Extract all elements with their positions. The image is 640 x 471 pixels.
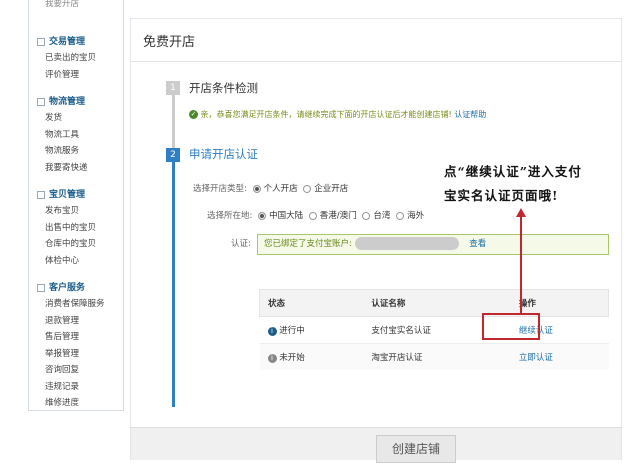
sidebar-item[interactable]: 物流工具 (45, 128, 79, 140)
sidebar-item[interactable]: 退款管理 (45, 314, 79, 326)
table-row: i 进行中 支付宝实名认证 继续认证 (259, 317, 609, 344)
highlight-box (482, 313, 540, 340)
auth-table: 状态 认证名称 操作 i 进行中 支付宝实名认证 继续认证 i 未开始 淘宝开店… (259, 289, 609, 370)
sidebar-item[interactable]: 出售中的宝贝 (45, 221, 96, 233)
main-panel: 免费开店 1 开店条件检测 ✓ 亲，恭喜您满足开店条件，请继续完成下面的开店认证… (130, 18, 622, 463)
sidebar-item[interactable]: 已卖出的宝贝 (45, 51, 96, 63)
collapse-icon[interactable] (37, 283, 45, 292)
sidebar-item[interactable]: 物流服务 (45, 144, 79, 156)
sidebar: 我要开店 交易管理已卖出的宝贝 评价管理物流管理发货物流工具物流服务我要寄快递宝贝… (28, 0, 124, 411)
view-link[interactable]: 查看 (469, 239, 486, 249)
page-title: 免费开店 (143, 35, 196, 50)
create-shop-button[interactable]: 创建店铺 (376, 435, 456, 463)
success-message: ✓ 亲，恭喜您满足开店条件，请继续完成下面的开店认证后才能创建店铺! 认证帮助 (189, 110, 487, 119)
sidebar-group-title[interactable]: 物流管理 (37, 94, 85, 107)
info-icon-gray: i (267, 354, 277, 363)
start-auth-link[interactable]: 立即认证 (519, 353, 553, 363)
step-1-title: 开店条件检测 (189, 81, 258, 95)
sidebar-item[interactable]: 仓库中的宝贝 (45, 237, 96, 249)
step-1-badge: 1 (166, 81, 180, 95)
auth-box: 您已绑定了支付宝账户: 查看 (257, 234, 609, 255)
sidebar-item[interactable]: 售后管理 (45, 330, 79, 342)
check-icon: ✓ (189, 110, 198, 119)
sidebar-item[interactable]: 发货 (45, 111, 62, 123)
sidebar-item[interactable]: 违规记录 (45, 380, 79, 392)
shop-type-row: 选择开店类型: 个人开店 企业开店 (193, 184, 349, 194)
sidebar-group-title[interactable]: 交易管理 (37, 34, 85, 47)
collapse-icon[interactable] (37, 97, 45, 106)
location-row: 选择所在地: 中国大陆 香港/澳门 台湾 海外 (207, 211, 425, 221)
sidebar-group-title[interactable]: 宝贝管理 (37, 187, 85, 200)
radio-overseas[interactable] (396, 211, 405, 220)
sidebar-item-partial[interactable]: 我要开店 (45, 0, 79, 9)
redacted-account (354, 237, 459, 250)
table-row: i 未开始 淘宝开店认证 立即认证 (259, 343, 609, 370)
sidebar-item[interactable]: 举报管理 (45, 347, 79, 359)
radio-enterprise[interactable] (303, 184, 312, 193)
collapse-icon[interactable] (37, 190, 45, 199)
radio-hk-macau[interactable] (308, 211, 317, 220)
col-status: 状态 (268, 299, 286, 309)
radio-personal[interactable] (252, 184, 261, 193)
auth-help-link[interactable]: 认证帮助 (454, 110, 486, 119)
sidebar-item[interactable]: 咨询回复 (45, 363, 79, 375)
sidebar-item[interactable]: 维修进度 (45, 396, 79, 408)
info-icon: i (267, 327, 277, 336)
sidebar-item[interactable]: 体检中心 (45, 254, 79, 266)
auth-label: 认证: (231, 239, 251, 249)
annotation-arrow (520, 216, 522, 314)
arrow-head-icon (516, 208, 526, 217)
step-2-title: 申请开店认证 (189, 147, 258, 161)
annotation: 点“继续认证”进入支付 宝实名认证页面哦! (444, 164, 582, 203)
radio-taiwan[interactable] (362, 211, 371, 220)
collapse-icon[interactable] (37, 37, 45, 46)
sidebar-group-title[interactable]: 客户服务 (37, 280, 85, 293)
step-2-badge: 2 (166, 148, 180, 162)
sidebar-item[interactable]: 消费者保障服务 (45, 297, 105, 309)
sidebar-item[interactable]: 我要寄快递 (45, 161, 88, 173)
sidebar-item[interactable]: 发布宝贝 (45, 204, 79, 216)
radio-mainland[interactable] (258, 211, 267, 220)
sidebar-item[interactable]: 评价管理 (45, 68, 79, 80)
